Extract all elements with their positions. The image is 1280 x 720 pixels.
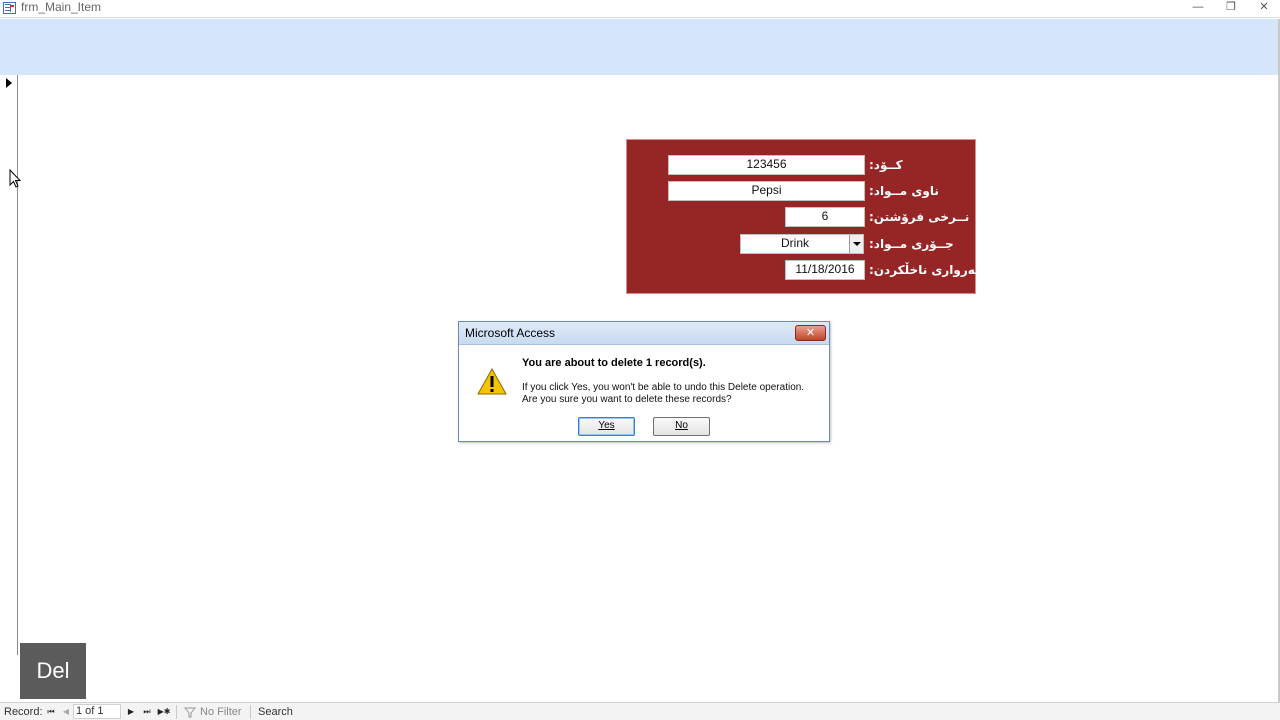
last-record-icon[interactable]: ⏭ xyxy=(142,706,152,718)
warning-icon xyxy=(477,368,507,395)
first-record-icon[interactable]: ⏮ xyxy=(46,706,56,718)
minimize-button[interactable]: — xyxy=(1188,0,1208,16)
dialog-heading: You are about to delete 1 record(s). xyxy=(522,357,706,369)
filter-icon xyxy=(184,707,196,718)
no-button[interactable]: No xyxy=(653,417,710,436)
form-icon xyxy=(3,2,16,14)
item-type-value: Drink xyxy=(780,236,809,250)
current-record-field[interactable]: 1 of 1 xyxy=(73,704,121,719)
keystroke-overlay: Del xyxy=(20,643,86,699)
window-title: frm_Main_Item xyxy=(21,0,102,14)
entry-date-label: بەرواری ناخڵکردن: xyxy=(869,263,980,277)
form-header xyxy=(0,19,1280,75)
delete-confirmation-dialog: Microsoft Access ✕ You are about to dele… xyxy=(458,321,830,442)
dialog-message-line-1: If you click Yes, you won't be able to u… xyxy=(522,382,805,393)
record-navigation-bar: Record: ⏮ ◀ 1 of 1 ▶ ⏭ ▶✱ No Filter Sear… xyxy=(0,702,1280,720)
search-input[interactable]: Search xyxy=(258,705,293,719)
no-filter-button[interactable]: No Filter xyxy=(200,705,242,719)
dialog-close-button[interactable]: ✕ xyxy=(795,325,826,341)
item-detail-panel: 123456 کــۆد: Pepsi ناوی مــواد: 6 نــرخ… xyxy=(626,139,980,294)
item-name-label: ناوی مــواد: xyxy=(869,184,939,198)
current-record-arrow-icon xyxy=(6,78,12,88)
dialog-titlebar: Microsoft Access ✕ xyxy=(459,322,829,345)
previous-record-icon[interactable]: ◀ xyxy=(61,706,71,718)
yes-button[interactable]: Yes xyxy=(578,417,635,436)
item-name-field[interactable]: Pepsi xyxy=(668,181,865,201)
record-label: Record: xyxy=(4,706,43,718)
next-record-icon[interactable]: ▶ xyxy=(126,706,136,718)
record-selector[interactable] xyxy=(0,75,18,655)
dialog-title: Microsoft Access xyxy=(465,326,556,340)
window-titlebar: frm_Main_Item — ❐ ✕ xyxy=(0,0,1280,18)
code-label: کــۆد: xyxy=(869,158,903,172)
sale-price-field[interactable]: 6 xyxy=(785,207,865,227)
mouse-pointer-icon xyxy=(9,169,21,188)
no-button-label: No xyxy=(675,420,688,431)
code-field[interactable]: 123456 xyxy=(668,155,865,175)
yes-button-label: Yes xyxy=(598,420,615,431)
entry-date-field[interactable]: 11/18/2016 xyxy=(785,260,865,280)
nav-separator xyxy=(250,705,251,719)
nav-separator xyxy=(176,705,177,719)
dialog-message-line-2: Are you sure you want to delete these re… xyxy=(522,394,732,405)
close-window-button[interactable]: ✕ xyxy=(1254,0,1274,16)
sale-price-label: نــرخی فرۆشتن: xyxy=(869,210,970,224)
new-record-icon[interactable]: ▶✱ xyxy=(157,706,171,718)
item-type-combobox[interactable]: Drink xyxy=(740,234,864,254)
chevron-down-icon[interactable] xyxy=(849,235,863,253)
restore-button[interactable]: ❐ xyxy=(1221,0,1241,16)
item-type-label: جــۆری مــواد: xyxy=(869,237,954,251)
